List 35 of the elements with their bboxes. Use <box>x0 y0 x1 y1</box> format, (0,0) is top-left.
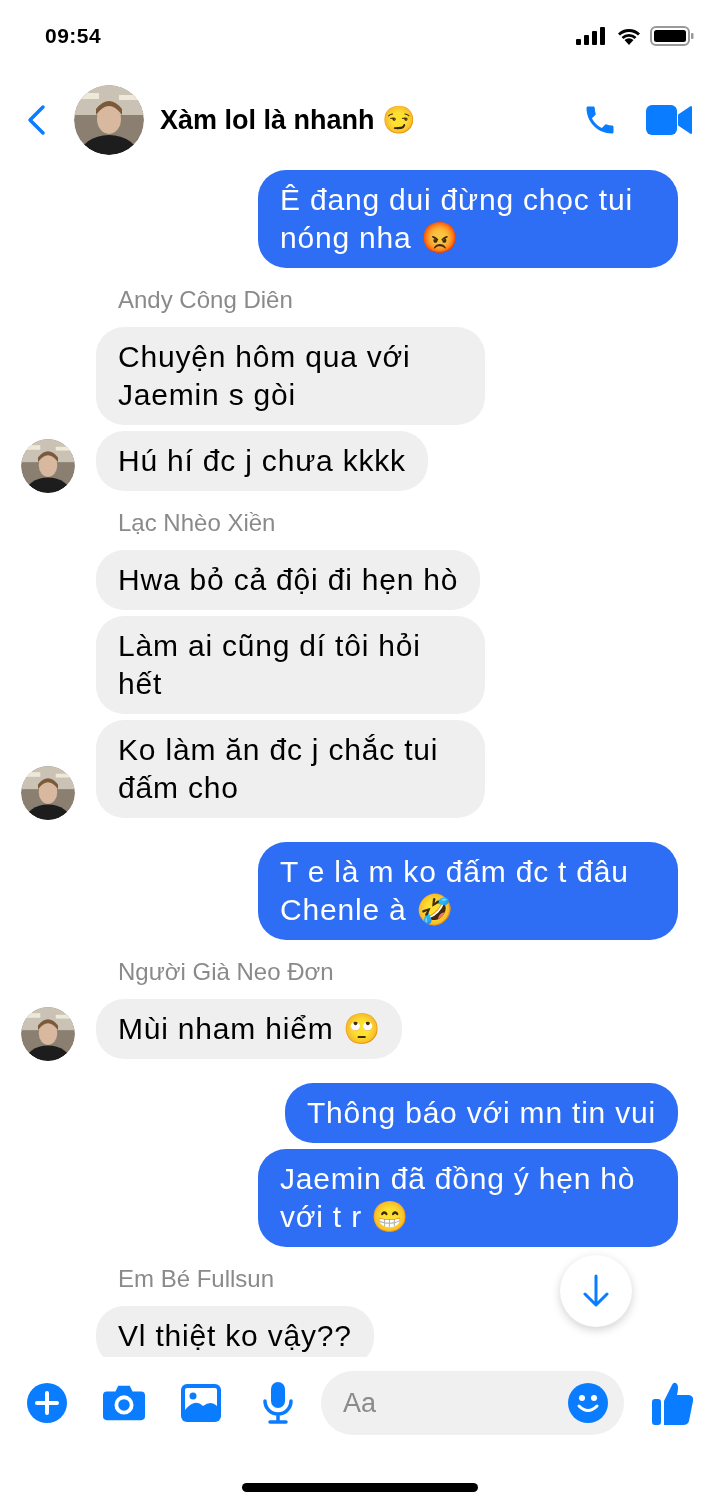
message-input[interactable]: Aa <box>321 1371 560 1435</box>
status-time: 09:54 <box>45 23 102 48</box>
arrow-down-icon <box>583 1274 609 1308</box>
video-call-button[interactable] <box>646 104 692 136</box>
message-bubble[interactable]: Ê đang dui đừng chọc tui nóng nha 😡 <box>258 170 678 268</box>
sender-name: Em Bé Fullsun <box>118 1264 275 1294</box>
message-bubble[interactable]: Jaemin đã đồng ý hẹn hò với t r 😁 <box>258 1149 678 1247</box>
signal-icon <box>576 26 608 45</box>
message-bubble[interactable]: Hú hí đc j chưa kkkk <box>96 431 428 491</box>
chat-title[interactable]: Xàm lol là nhanh 😏 <box>160 104 582 136</box>
gallery-button[interactable] <box>180 1384 222 1422</box>
plus-icon <box>27 1383 67 1423</box>
wifi-icon <box>616 26 642 45</box>
message-bubble[interactable]: Chuyện hôm qua với Jaemin s gòi <box>96 327 485 425</box>
video-camera-icon <box>646 104 692 136</box>
add-button[interactable] <box>26 1383 68 1423</box>
like-button[interactable] <box>652 1381 694 1425</box>
message-bubble[interactable]: Hwa bỏ cả đội đi hẹn hò <box>96 550 481 610</box>
scroll-down-button[interactable] <box>560 1255 632 1327</box>
message-bubble[interactable]: Ko làm ăn đc j chắc tui đấm cho <box>96 720 485 818</box>
microphone-icon <box>262 1382 294 1424</box>
thumbs-up-icon <box>652 1381 694 1425</box>
camera-button[interactable] <box>103 1384 145 1422</box>
battery-icon <box>650 25 694 46</box>
sender-name: Người Già Neo Đơn <box>118 957 334 987</box>
camera-icon <box>103 1384 145 1422</box>
smiley-icon <box>568 1383 608 1423</box>
message-bubble[interactable]: Làm ai cũng dí tôi hỏi hết <box>96 616 485 714</box>
message-bubble[interactable]: T e là m ko đấm đc t đâu Chenle à 🤣 <box>258 842 678 940</box>
message-bubble[interactable]: Thông báo với mn tin vui <box>284 1083 678 1143</box>
sender-name: Andy Công Diên <box>118 285 293 315</box>
image-icon <box>181 1384 221 1422</box>
message-bubble[interactable]: Vl thiệt ko vậy?? <box>96 1306 374 1357</box>
message-bubble[interactable]: Mùi nham hiểm 🙄 <box>96 999 403 1059</box>
sender-name: Lạc Nhèo Xiền <box>118 508 276 538</box>
